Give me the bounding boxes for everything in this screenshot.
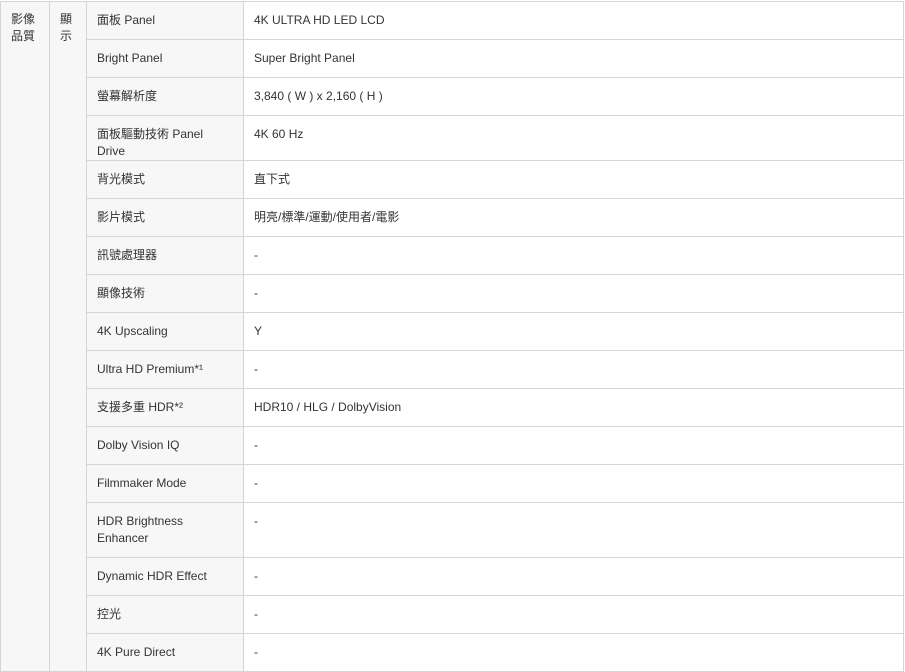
spec-label: 顯像技術 — [97, 286, 146, 300]
spec-value-cell: 明亮/標準/運動/使用者/電影 — [243, 198, 904, 237]
spec-label: 背光模式 — [97, 172, 146, 186]
category-level2-line: 示 — [60, 29, 73, 43]
spec-value: 直下式 — [254, 172, 291, 186]
spec-label-cell: 螢幕解析度 — [86, 77, 244, 116]
spec-label-cell: 支援多重 HDR*² — [86, 388, 244, 427]
spec-label-cell: Ultra HD Premium*¹ — [86, 350, 244, 389]
spec-label-cell: Dynamic HDR Effect — [86, 557, 244, 596]
spec-value: - — [254, 607, 258, 621]
spec-label: 螢幕解析度 — [97, 89, 158, 103]
category-level2-line: 顯 — [60, 12, 73, 26]
spec-value: 4K 60 Hz — [254, 127, 304, 141]
spec-label-cell: 面板 Panel — [86, 1, 244, 40]
spec-label: Filmmaker Mode — [97, 476, 187, 490]
spec-value: - — [254, 514, 258, 528]
spec-value-cell: - — [243, 502, 904, 558]
spec-value-cell: - — [243, 595, 904, 634]
spec-row: 4K Pure Direct - — [1, 633, 904, 672]
spec-label: 面板驅動技術 Panel Drive — [97, 127, 204, 158]
spec-row: 面板驅動技術 Panel Drive 4K 60 Hz — [1, 115, 904, 161]
spec-label-cell: 訊號處理器 — [86, 236, 244, 275]
spec-row: 訊號處理器 - — [1, 236, 904, 275]
spec-value-cell: 4K ULTRA HD LED LCD — [243, 1, 904, 40]
spec-value-cell: - — [243, 350, 904, 389]
spec-label-cell: 影片模式 — [86, 198, 244, 237]
spec-label-cell: Filmmaker Mode — [86, 464, 244, 503]
spec-row: 4K Upscaling Y — [1, 312, 904, 351]
spec-row: 控光 - — [1, 595, 904, 634]
spec-row: Dynamic HDR Effect - — [1, 557, 904, 596]
spec-label-cell: 顯像技術 — [86, 274, 244, 313]
spec-value: - — [254, 569, 258, 583]
spec-value: - — [254, 248, 258, 262]
spec-value: Y — [254, 324, 263, 338]
spec-value: - — [254, 645, 258, 659]
spec-value-cell: Super Bright Panel — [243, 39, 904, 78]
category-image-quality-cell: 影像 品質 — [0, 1, 50, 672]
category-display-cell: 顯 示 — [49, 1, 87, 672]
spec-label-cell: 4K Upscaling — [86, 312, 244, 351]
spec-row: 背光模式 直下式 — [1, 160, 904, 199]
spec-value-cell: - — [243, 557, 904, 596]
spec-row: Ultra HD Premium*¹ - — [1, 350, 904, 389]
spec-label: Dynamic HDR Effect — [97, 569, 207, 583]
spec-label: 控光 — [97, 607, 122, 621]
spec-value: 3,840 ( W ) x 2,160 ( H ) — [254, 89, 383, 103]
spec-label: 訊號處理器 — [97, 248, 158, 262]
spec-value-cell: - — [243, 426, 904, 465]
spec-value: 明亮/標準/運動/使用者/電影 — [254, 210, 400, 224]
spec-value: - — [254, 438, 258, 452]
spec-value: Super Bright Panel — [254, 51, 355, 65]
spec-value: - — [254, 362, 258, 376]
spec-label-cell: 4K Pure Direct — [86, 633, 244, 672]
category-level1-line: 影像 — [11, 12, 36, 26]
spec-label: Ultra HD Premium*¹ — [97, 362, 204, 376]
spec-value-cell: 3,840 ( W ) x 2,160 ( H ) — [243, 77, 904, 116]
spec-label: 4K Pure Direct — [97, 645, 176, 659]
spec-label-cell: 控光 — [86, 595, 244, 634]
spec-label-cell: 背光模式 — [86, 160, 244, 199]
spec-row: Dolby Vision IQ - — [1, 426, 904, 465]
spec-value-cell: Y — [243, 312, 904, 351]
spec-label: 4K Upscaling — [97, 324, 168, 338]
spec-label: HDR Brightness Enhancer — [97, 514, 184, 545]
spec-label: 影片模式 — [97, 210, 146, 224]
spec-value-cell: 直下式 — [243, 160, 904, 199]
spec-row: HDR Brightness Enhancer - — [1, 502, 904, 558]
spec-value: - — [254, 286, 258, 300]
spec-value-cell: - — [243, 633, 904, 672]
spec-row: 螢幕解析度 3,840 ( W ) x 2,160 ( H ) — [1, 77, 904, 116]
spec-row: 影片模式 明亮/標準/運動/使用者/電影 — [1, 198, 904, 237]
spec-value-cell: - — [243, 274, 904, 313]
spec-row: 影像 品質 顯 示 面板 Panel 4K ULTRA HD LED LCD — [0, 1, 904, 672]
spec-label-cell: 面板驅動技術 Panel Drive — [86, 115, 244, 161]
category-level1-line: 品質 — [11, 29, 36, 43]
spec-row: Bright Panel Super Bright Panel — [1, 39, 904, 78]
spec-value-cell: 4K 60 Hz — [243, 115, 904, 161]
spec-value-cell: - — [243, 236, 904, 275]
spec-value: HDR10 / HLG / DolbyVision — [254, 400, 402, 414]
spec-label: Bright Panel — [97, 51, 163, 65]
spec-label: Dolby Vision IQ — [97, 438, 180, 452]
spec-value-cell: HDR10 / HLG / DolbyVision — [243, 388, 904, 427]
spec-label-cell: HDR Brightness Enhancer — [86, 502, 244, 558]
spec-label-cell: Dolby Vision IQ — [86, 426, 244, 465]
spec-value: - — [254, 476, 258, 490]
spec-table: 影像 品質 顯 示 面板 Panel 4K ULTRA HD LED LCD B… — [0, 1, 904, 672]
spec-row: Filmmaker Mode - — [1, 464, 904, 503]
spec-label: 面板 Panel — [97, 13, 156, 27]
spec-label-cell: Bright Panel — [86, 39, 244, 78]
spec-value-cell: - — [243, 464, 904, 503]
spec-row: 支援多重 HDR*² HDR10 / HLG / DolbyVision — [1, 388, 904, 427]
spec-value: 4K ULTRA HD LED LCD — [254, 13, 385, 27]
spec-row: 顯像技術 - — [1, 274, 904, 313]
spec-label: 支援多重 HDR*² — [97, 400, 183, 414]
